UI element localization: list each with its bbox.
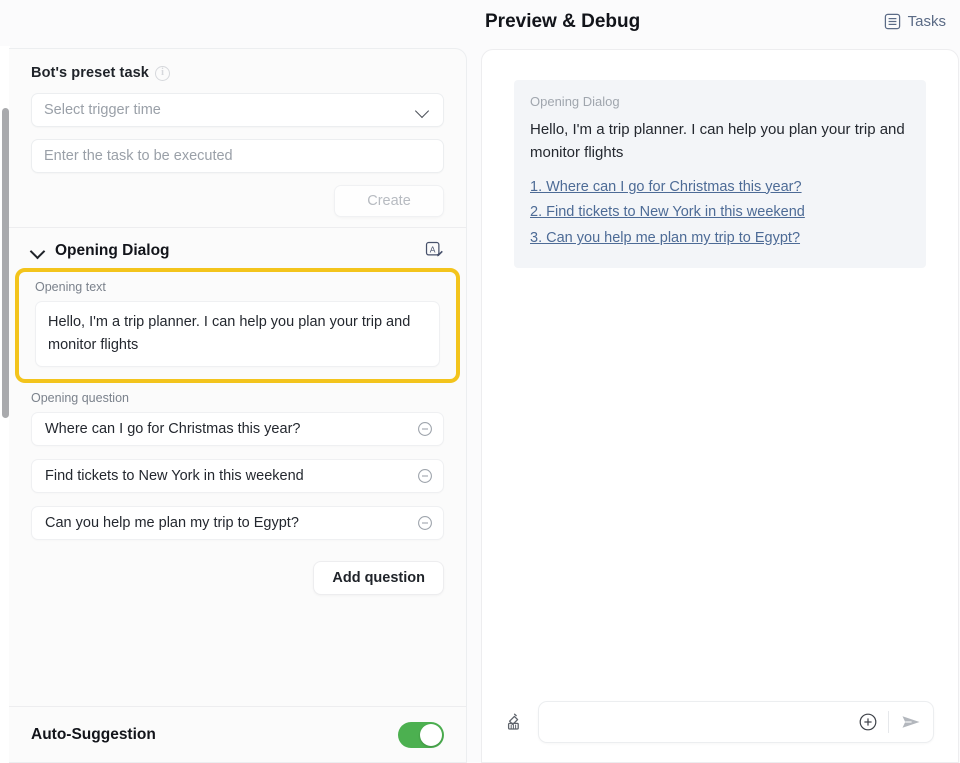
task-input[interactable]: Enter the task to be executed bbox=[31, 139, 444, 173]
create-button[interactable]: Create bbox=[334, 185, 444, 217]
opening-question-section: Opening question Where can I go for Chri… bbox=[9, 383, 466, 540]
chat-messages: Opening Dialog Hello, I'm a trip planner… bbox=[482, 50, 958, 268]
toggle-knob bbox=[420, 723, 442, 746]
app-root: Bot's preset task i Select trigger time … bbox=[0, 0, 960, 763]
opening-text-highlight: Opening text Hello, I'm a trip planner. … bbox=[15, 268, 460, 383]
question-text: Where can I go for Christmas this year? bbox=[45, 420, 301, 437]
composer-divider bbox=[888, 711, 889, 733]
info-circle-icon[interactable]: i bbox=[154, 65, 170, 81]
tasks-button[interactable]: Tasks bbox=[884, 13, 946, 30]
broom-icon[interactable] bbox=[504, 712, 524, 732]
opening-dialog-header[interactable]: Opening Dialog A bbox=[9, 228, 466, 268]
trigger-time-select[interactable]: Select trigger time bbox=[31, 93, 444, 127]
question-row[interactable]: Find tickets to New York in this weekend bbox=[31, 458, 444, 493]
tasks-list-icon bbox=[884, 13, 901, 30]
opening-dialog-message: Opening Dialog Hello, I'm a trip planner… bbox=[514, 80, 926, 268]
plus-circle-icon[interactable] bbox=[858, 712, 878, 732]
send-arrow-icon[interactable] bbox=[899, 710, 923, 734]
opening-text-label: Opening text bbox=[35, 280, 106, 294]
question-text: Can you help me plan my trip to Egypt? bbox=[45, 514, 299, 531]
preset-task-label-row: Bot's preset task i bbox=[31, 65, 444, 81]
chat-composer bbox=[482, 682, 958, 762]
svg-text:A: A bbox=[430, 244, 436, 254]
bot-config-panel: Bot's preset task i Select trigger time … bbox=[9, 48, 467, 763]
translate-edit-icon[interactable]: A bbox=[425, 241, 444, 260]
question-row[interactable]: Where can I go for Christmas this year? bbox=[31, 411, 444, 446]
add-question-row: Add question bbox=[9, 553, 466, 595]
question-text: Find tickets to New York in this weekend bbox=[45, 467, 304, 484]
minus-circle-icon[interactable] bbox=[417, 515, 433, 531]
suggested-question-link[interactable]: 1. Where can I go for Christmas this yea… bbox=[530, 175, 910, 201]
tasks-label: Tasks bbox=[907, 13, 946, 30]
task-input-placeholder: Enter the task to be executed bbox=[44, 148, 233, 164]
preset-task-section: Bot's preset task i Select trigger time … bbox=[9, 49, 466, 227]
opening-text-textarea[interactable]: Hello, I'm a trip planner. I can help yo… bbox=[35, 301, 440, 367]
preview-header: Preview & Debug Tasks bbox=[480, 0, 960, 48]
question-row[interactable]: Can you help me plan my trip to Egypt? bbox=[31, 505, 444, 540]
chevron-down-icon bbox=[416, 104, 429, 117]
create-button-row: Create bbox=[31, 185, 444, 217]
page-scrollbar[interactable] bbox=[2, 108, 9, 418]
suggested-question-link[interactable]: 2. Find tickets to New York in this week… bbox=[530, 200, 910, 226]
minus-circle-icon[interactable] bbox=[417, 421, 433, 437]
minus-circle-icon[interactable] bbox=[417, 468, 433, 484]
auto-suggestion-label: Auto-Suggestion bbox=[31, 725, 156, 743]
opening-question-label: Opening question bbox=[31, 390, 129, 405]
preview-debug-panel: Opening Dialog Hello, I'm a trip planner… bbox=[481, 49, 959, 763]
add-question-button[interactable]: Add question bbox=[313, 560, 444, 595]
page-title: Preview & Debug bbox=[485, 11, 641, 32]
trigger-time-select-value: Select trigger time bbox=[44, 102, 161, 118]
chevron-down-icon bbox=[31, 244, 45, 258]
suggested-question-link[interactable]: 3. Can you help me plan my trip to Egypt… bbox=[530, 226, 910, 252]
auto-suggestion-toggle[interactable] bbox=[398, 721, 444, 748]
message-input[interactable] bbox=[538, 701, 934, 743]
opening-dialog-title: Opening Dialog bbox=[55, 241, 170, 259]
message-tag: Opening Dialog bbox=[530, 94, 620, 109]
auto-suggestion-section: Auto-Suggestion bbox=[9, 706, 466, 762]
message-text: Hello, I'm a trip planner. I can help yo… bbox=[530, 121, 905, 162]
preset-task-label: Bot's preset task bbox=[31, 65, 149, 81]
